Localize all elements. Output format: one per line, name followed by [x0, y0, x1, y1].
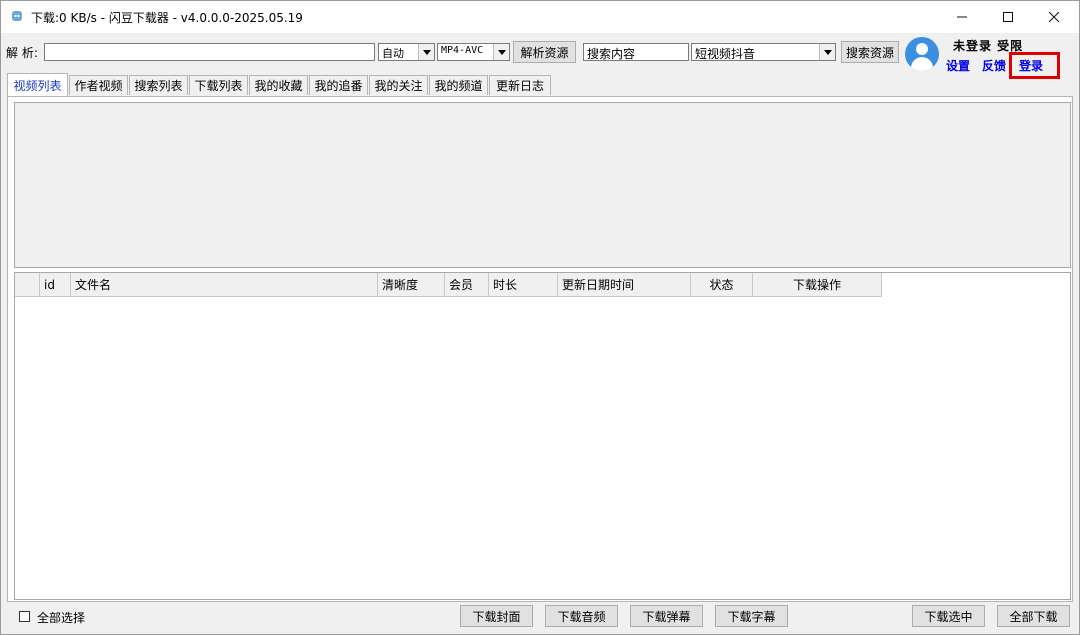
column-header-id[interactable]: id — [40, 273, 71, 297]
format-select[interactable]: MP4-AVC — [437, 43, 510, 61]
app-window: 下载:0 KB/s - 闪豆下载器 - v4.0.0.0-2025.05.19 … — [0, 0, 1080, 635]
download-cover-button[interactable]: 下载封面 — [460, 605, 533, 627]
download-danmaku-button[interactable]: 下载弹幕 — [630, 605, 703, 627]
platform-select[interactable]: 短视频抖音 — [691, 43, 836, 61]
minimize-icon — [957, 16, 967, 18]
select-all-checkbox[interactable] — [19, 611, 30, 622]
minimize-button[interactable] — [939, 1, 985, 33]
user-avatar-icon[interactable] — [905, 37, 939, 71]
tab-my-channels[interactable]: 我的频道 — [429, 75, 488, 95]
format-select-value: MP4-AVC — [441, 45, 484, 56]
chevron-down-icon — [418, 44, 434, 60]
download-all-button[interactable]: 全部下载 — [997, 605, 1070, 627]
parse-resource-button[interactable]: 解析资源 — [513, 41, 576, 63]
search-input[interactable]: 搜索内容 — [583, 43, 689, 61]
column-header-filename[interactable]: 文件名 — [71, 273, 378, 297]
tab-my-follows[interactable]: 我的关注 — [369, 75, 428, 95]
maximize-button[interactable] — [985, 1, 1031, 33]
tab-panel: id 文件名 清晰度 会员 时长 更新日期时间 状态 下载操作 — [7, 96, 1073, 602]
maximize-icon — [1003, 12, 1013, 22]
window-title: 下载:0 KB/s - 闪豆下载器 - v4.0.0.0-2025.05.19 — [31, 11, 303, 25]
chevron-down-icon — [819, 44, 835, 60]
mode-select-value: 自动 — [382, 47, 404, 60]
tab-download-list[interactable]: 下载列表 — [189, 75, 248, 95]
settings-link[interactable]: 设置 — [946, 57, 970, 74]
parse-label: 解 析: — [6, 46, 38, 60]
mode-select[interactable]: 自动 — [378, 43, 435, 61]
tab-my-favorites[interactable]: 我的收藏 — [249, 75, 308, 95]
footer-bar: 全部选择 下载封面 下载音频 下载弹幕 下载字幕 下载选中 全部下载 — [1, 602, 1079, 634]
tab-search-list[interactable]: 搜索列表 — [129, 75, 188, 95]
column-header-update-time[interactable]: 更新日期时间 — [558, 273, 691, 297]
chevron-down-icon — [493, 44, 509, 60]
select-all-label[interactable]: 全部选择 — [37, 609, 85, 626]
column-header-member[interactable]: 会员 — [445, 273, 489, 297]
column-header-download-action[interactable]: 下载操作 — [753, 273, 882, 297]
app-logo-icon — [12, 11, 22, 21]
login-highlight-box — [1009, 52, 1060, 79]
preview-area — [14, 102, 1071, 268]
column-header-select[interactable] — [15, 273, 40, 297]
download-selected-button[interactable]: 下载选中 — [912, 605, 985, 627]
feedback-link[interactable]: 反馈 — [982, 57, 1006, 74]
column-header-status[interactable]: 状态 — [691, 273, 753, 297]
close-button[interactable] — [1031, 1, 1077, 33]
platform-select-value: 短视频抖音 — [695, 47, 756, 61]
column-header-quality[interactable]: 清晰度 — [378, 273, 445, 297]
close-icon — [1049, 12, 1059, 22]
tab-author-videos[interactable]: 作者视频 — [69, 75, 128, 95]
video-table[interactable]: id 文件名 清晰度 会员 时长 更新日期时间 状态 下载操作 — [14, 272, 1071, 600]
title-bar: 下载:0 KB/s - 闪豆下载器 - v4.0.0.0-2025.05.19 — [1, 1, 1079, 33]
tab-my-series[interactable]: 我的追番 — [309, 75, 368, 95]
download-audio-button[interactable]: 下载音频 — [545, 605, 618, 627]
url-input[interactable] — [44, 43, 375, 61]
tab-changelog[interactable]: 更新日志 — [489, 75, 551, 95]
download-subtitle-button[interactable]: 下载字幕 — [715, 605, 788, 627]
tab-video-list[interactable]: 视频列表 — [7, 73, 68, 96]
column-header-duration[interactable]: 时长 — [489, 273, 558, 297]
search-resource-button[interactable]: 搜索资源 — [841, 41, 899, 63]
